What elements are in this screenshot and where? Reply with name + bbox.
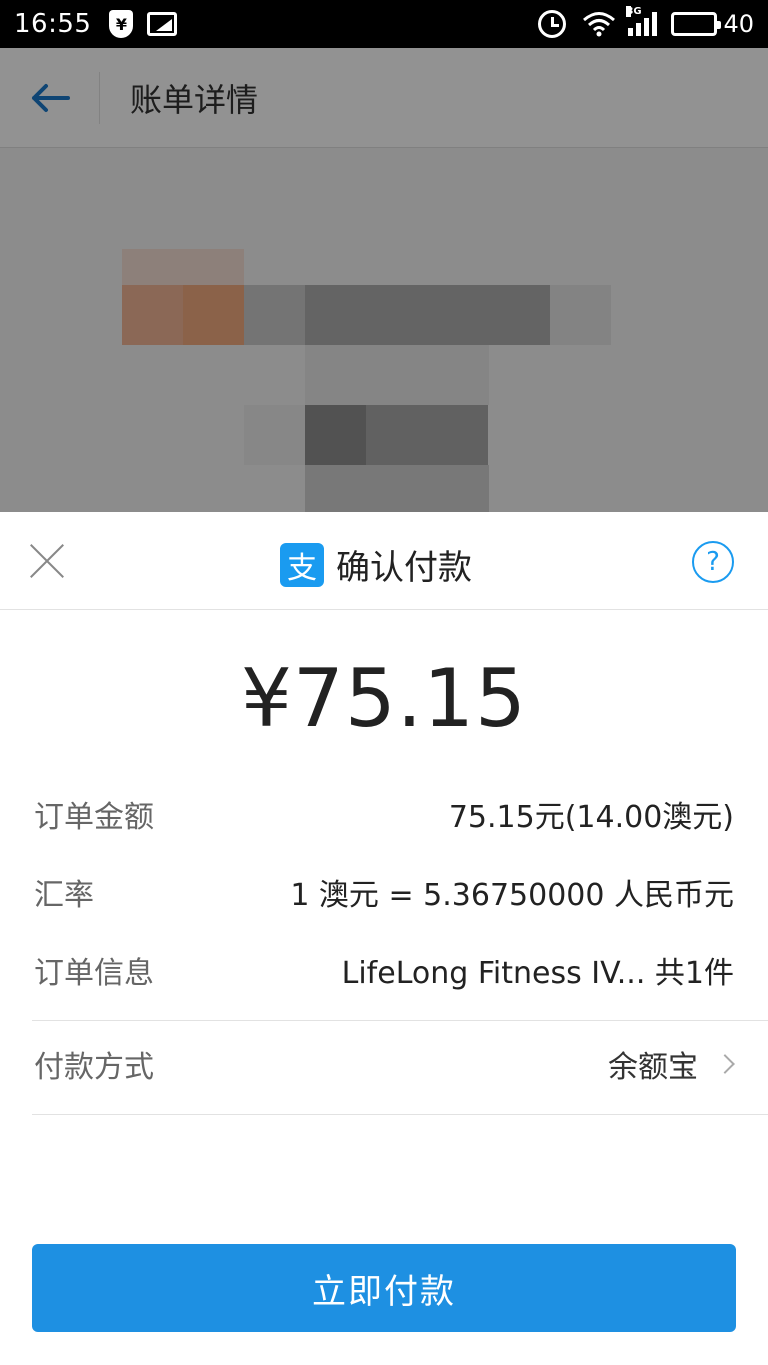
payment-method-row[interactable]: 付款方式 余额宝 — [34, 1042, 736, 1086]
battery-level: 40 — [723, 10, 754, 38]
cellular-signal-icon: 3G — [626, 6, 658, 36]
security-shield-icon: ¥ — [109, 10, 134, 38]
status-indicators: 3G 40 — [538, 6, 754, 38]
exchange-rate-label: 汇率 — [34, 878, 94, 913]
alipay-logo-icon: 支 — [280, 542, 324, 587]
order-info-value: LifeLong Fitness IV... 共1件 — [341, 956, 734, 991]
network-type: 3G — [626, 6, 642, 17]
sheet-title: 确认付款 — [336, 548, 472, 588]
battery-icon — [671, 12, 722, 36]
exchange-rate-row: 汇率 1 澳元 = 5.36750000 人民币元 — [34, 870, 734, 914]
exchange-rate-value: 1 澳元 = 5.36750000 人民币元 — [290, 878, 734, 913]
payment-method-label: 付款方式 — [34, 1050, 154, 1085]
pay-now-button[interactable]: 立即付款 — [32, 1244, 736, 1332]
divider — [32, 1114, 768, 1115]
order-info-row: 订单信息 LifeLong Fitness IV... 共1件 — [34, 948, 734, 992]
status-bar: 16:55 ¥ 3G 40 — [0, 0, 768, 48]
image-notification-icon — [147, 12, 178, 36]
sheet-header: 支 确认付款 ? — [0, 512, 768, 610]
order-info-label: 订单信息 — [34, 956, 154, 991]
alarm-icon — [538, 10, 567, 38]
order-amount-value: 75.15元(14.00澳元) — [448, 800, 734, 835]
wifi-icon — [583, 12, 616, 37]
help-icon[interactable]: ? — [692, 541, 734, 583]
payment-confirm-sheet: 支 确认付款 ? ¥75.15 订单金额 75.15元(14.00澳元) 汇率 … — [0, 512, 768, 1365]
order-amount-label: 订单金额 — [34, 800, 154, 835]
screen: 16:55 ¥ 3G 40 账单详情 支 确认付款 ? ¥75.15 订单金额 … — [0, 0, 768, 1365]
close-icon[interactable] — [28, 542, 66, 580]
chevron-right-icon — [715, 1054, 735, 1074]
order-amount-row: 订单金额 75.15元(14.00澳元) — [34, 792, 734, 836]
payment-amount: ¥75.15 — [241, 652, 527, 745]
divider — [32, 1020, 768, 1021]
payment-method-value: 余额宝 — [608, 1050, 698, 1085]
sheet-title-group: 支 确认付款 — [280, 540, 472, 589]
status-time: 16:55 — [14, 9, 92, 39]
